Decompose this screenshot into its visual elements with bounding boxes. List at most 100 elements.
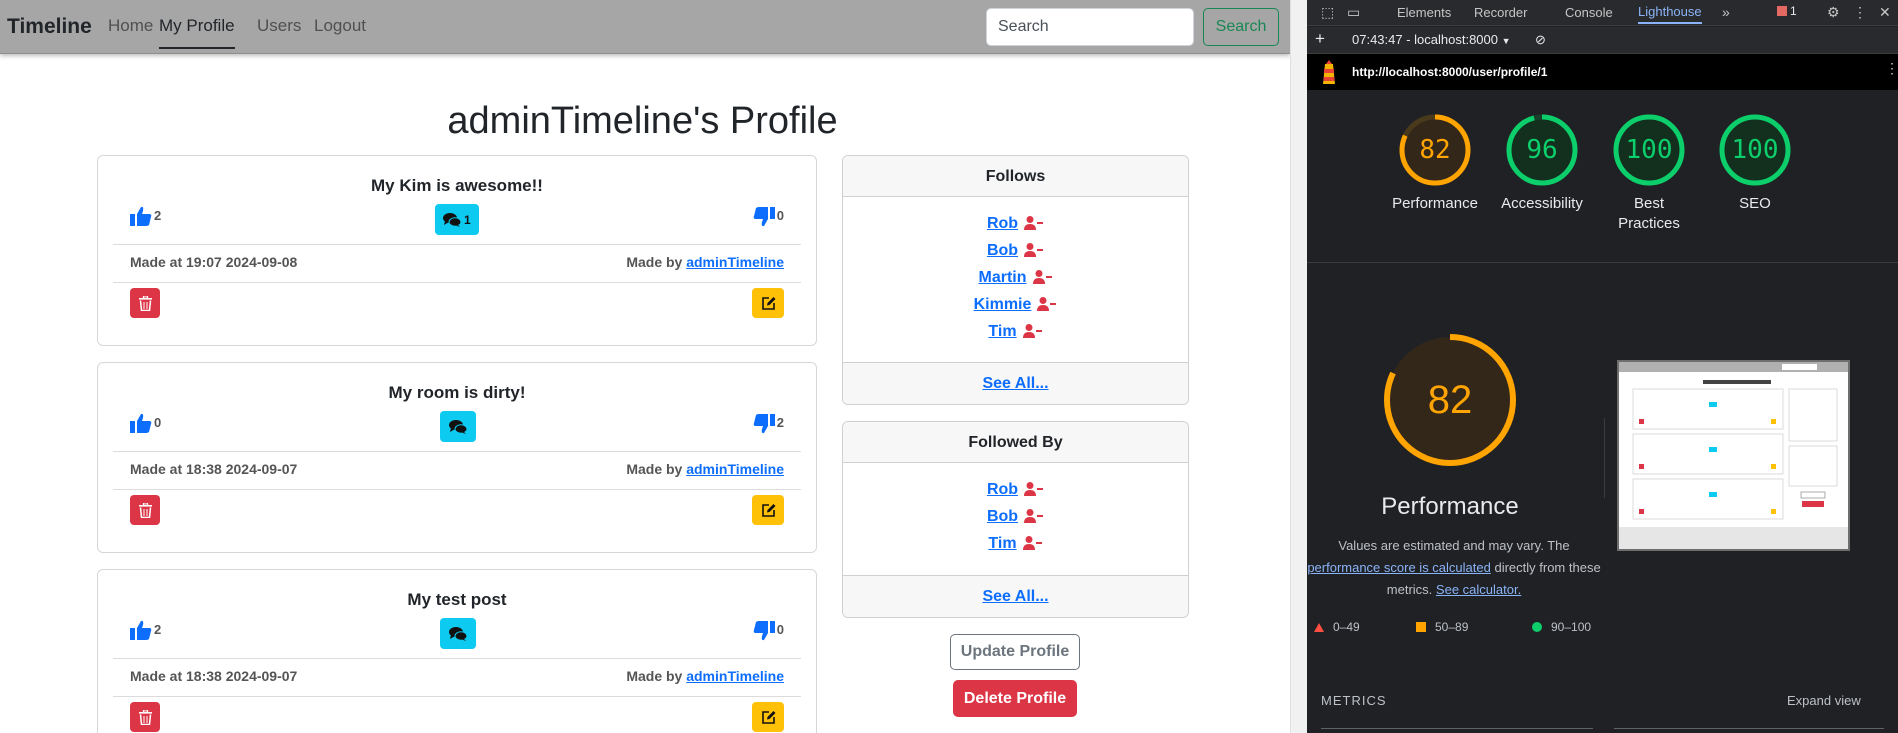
user-link[interactable]: Bob <box>987 242 1018 259</box>
follow-item: Martin <box>843 269 1188 296</box>
gauge-ring: 82 <box>1397 112 1473 188</box>
author-link[interactable]: adminTimeline <box>686 254 784 270</box>
dislike-button[interactable]: 2 <box>753 413 784 434</box>
metrics-heading: METRICS <box>1321 693 1387 708</box>
nav-home[interactable]: Home <box>108 16 153 36</box>
unfollow-icon[interactable] <box>1024 482 1044 501</box>
post-timestamp: Made at 19:07 2024-09-08 <box>130 254 298 270</box>
search-input[interactable] <box>986 8 1194 46</box>
lighthouse-url-bar: http://localhost:8000/user/profile/1 ⋮ <box>1307 54 1898 90</box>
unfollow-icon[interactable] <box>1022 324 1043 343</box>
gauge-seo[interactable]: 100 SEO <box>1712 112 1798 214</box>
unfollow-icon[interactable] <box>1032 270 1053 289</box>
see-all-followers-link[interactable]: See All... <box>982 588 1048 605</box>
gauge-score: 100 <box>1625 135 1673 165</box>
page-title: adminTimeline's Profile <box>447 100 838 142</box>
like-button[interactable]: 2 <box>130 206 161 227</box>
clear-all-icon[interactable]: ⊘ <box>1535 32 1546 48</box>
user-link[interactable]: Rob <box>987 215 1018 232</box>
expand-view-toggle[interactable]: Expand view <box>1787 693 1861 708</box>
dislike-button[interactable]: 0 <box>753 620 784 641</box>
trash-icon <box>138 709 152 725</box>
divider <box>1321 728 1593 729</box>
like-button[interactable]: 2 <box>130 620 161 641</box>
unfollow-icon[interactable] <box>1022 536 1043 555</box>
like-button[interactable]: 0 <box>130 413 161 434</box>
update-profile-button[interactable]: Update Profile <box>950 634 1080 670</box>
page-scrollbar[interactable] <box>1290 0 1307 733</box>
audited-url: http://localhost:8000/user/profile/1 <box>1352 65 1548 79</box>
gauge-best-practices[interactable]: 100 Best Practices <box>1606 112 1692 234</box>
tab-recorder[interactable]: Recorder <box>1474 5 1527 20</box>
edit-icon <box>761 296 775 310</box>
see-all-follows-link[interactable]: See All... <box>982 375 1048 392</box>
score-calculated-link[interactable]: performance score is calculated <box>1307 560 1491 575</box>
more-options-icon[interactable]: ⋮ <box>1853 4 1867 21</box>
close-icon[interactable]: ✕ <box>1879 4 1891 21</box>
thumbs-up-icon <box>130 620 152 640</box>
followed-by-title: Followed By <box>843 422 1188 463</box>
user-link[interactable]: Kimmie <box>974 296 1032 313</box>
author-link[interactable]: adminTimeline <box>686 668 784 684</box>
follow-item: Tim <box>843 323 1188 350</box>
delete-post-button[interactable] <box>130 495 160 525</box>
report-selector[interactable]: 07:43:47 - localhost:8000 ▼ <box>1352 32 1511 47</box>
new-report-icon[interactable]: + <box>1315 29 1325 49</box>
follows-card: Follows Rob Bob Martin Kimmie Tim See Al… <box>842 155 1189 405</box>
search-button[interactable]: Search <box>1203 8 1279 46</box>
unfollow-icon[interactable] <box>1024 216 1044 235</box>
more-tabs-icon[interactable]: » <box>1722 4 1730 20</box>
legend-fail: 0–49 <box>1314 620 1360 634</box>
edit-post-button[interactable] <box>752 702 784 732</box>
comments-button[interactable] <box>440 618 476 649</box>
tab-lighthouse[interactable]: Lighthouse <box>1638 4 1702 24</box>
trash-icon <box>138 502 152 518</box>
thumbs-up-icon <box>130 413 152 433</box>
gauge-performance[interactable]: 82 Performance <box>1392 112 1478 214</box>
settings-gear-icon[interactable]: ⚙ <box>1827 4 1840 21</box>
divider <box>1614 728 1884 729</box>
performance-description: Values are estimated and may vary. The p… <box>1307 535 1609 601</box>
gauge-ring: 100 <box>1717 112 1793 188</box>
dislike-count: 0 <box>776 208 784 223</box>
comments-button[interactable] <box>440 411 476 442</box>
follow-item: Bob <box>843 242 1188 269</box>
followed-by-list: Rob Bob Tim <box>843 463 1188 562</box>
brand[interactable]: Timeline <box>7 15 92 39</box>
tab-elements[interactable]: Elements <box>1397 5 1451 20</box>
delete-post-button[interactable] <box>130 288 160 318</box>
legend-label: 50–89 <box>1435 620 1469 634</box>
delete-post-button[interactable] <box>130 702 160 732</box>
performance-big-score: 82 <box>1427 378 1473 422</box>
report-menu-icon[interactable]: ⋮ <box>1885 60 1898 77</box>
user-link[interactable]: Tim <box>988 535 1016 552</box>
unfollow-icon[interactable] <box>1037 297 1057 316</box>
page-screenshot-thumbnail[interactable] <box>1617 360 1850 551</box>
post-card: My test post 2 0 Made at 18:38 2024-09-0… <box>97 569 817 733</box>
user-link[interactable]: Tim <box>988 323 1016 340</box>
tab-console[interactable]: Console <box>1565 5 1613 20</box>
nav-my-profile[interactable]: My Profile <box>159 16 235 49</box>
user-link[interactable]: Bob <box>987 508 1018 525</box>
nav-users[interactable]: Users <box>257 16 301 36</box>
error-counter[interactable]: 1 <box>1777 4 1797 18</box>
inspect-element-icon[interactable]: ⬚ <box>1321 4 1334 21</box>
made-by-label: Made by <box>626 254 683 270</box>
see-calculator-link[interactable]: See calculator. <box>1436 582 1521 597</box>
comments-button[interactable]: 1 <box>435 204 479 235</box>
gauge-score: 100 <box>1731 135 1779 165</box>
author-link[interactable]: adminTimeline <box>686 461 784 477</box>
unfollow-icon[interactable] <box>1024 509 1044 528</box>
edit-post-button[interactable] <box>752 288 784 318</box>
device-toolbar-icon[interactable]: ▭ <box>1347 4 1360 21</box>
user-link[interactable]: Rob <box>987 481 1018 498</box>
nav-logout[interactable]: Logout <box>314 16 366 36</box>
edit-post-button[interactable] <box>752 495 784 525</box>
user-link[interactable]: Martin <box>979 269 1027 286</box>
unfollow-icon[interactable] <box>1024 243 1044 262</box>
like-count: 2 <box>154 622 162 637</box>
gauge-accessibility[interactable]: 96 Accessibility <box>1499 112 1585 214</box>
dislike-button[interactable]: 0 <box>753 206 784 227</box>
delete-profile-button[interactable]: Delete Profile <box>953 680 1077 717</box>
divider <box>113 282 801 283</box>
